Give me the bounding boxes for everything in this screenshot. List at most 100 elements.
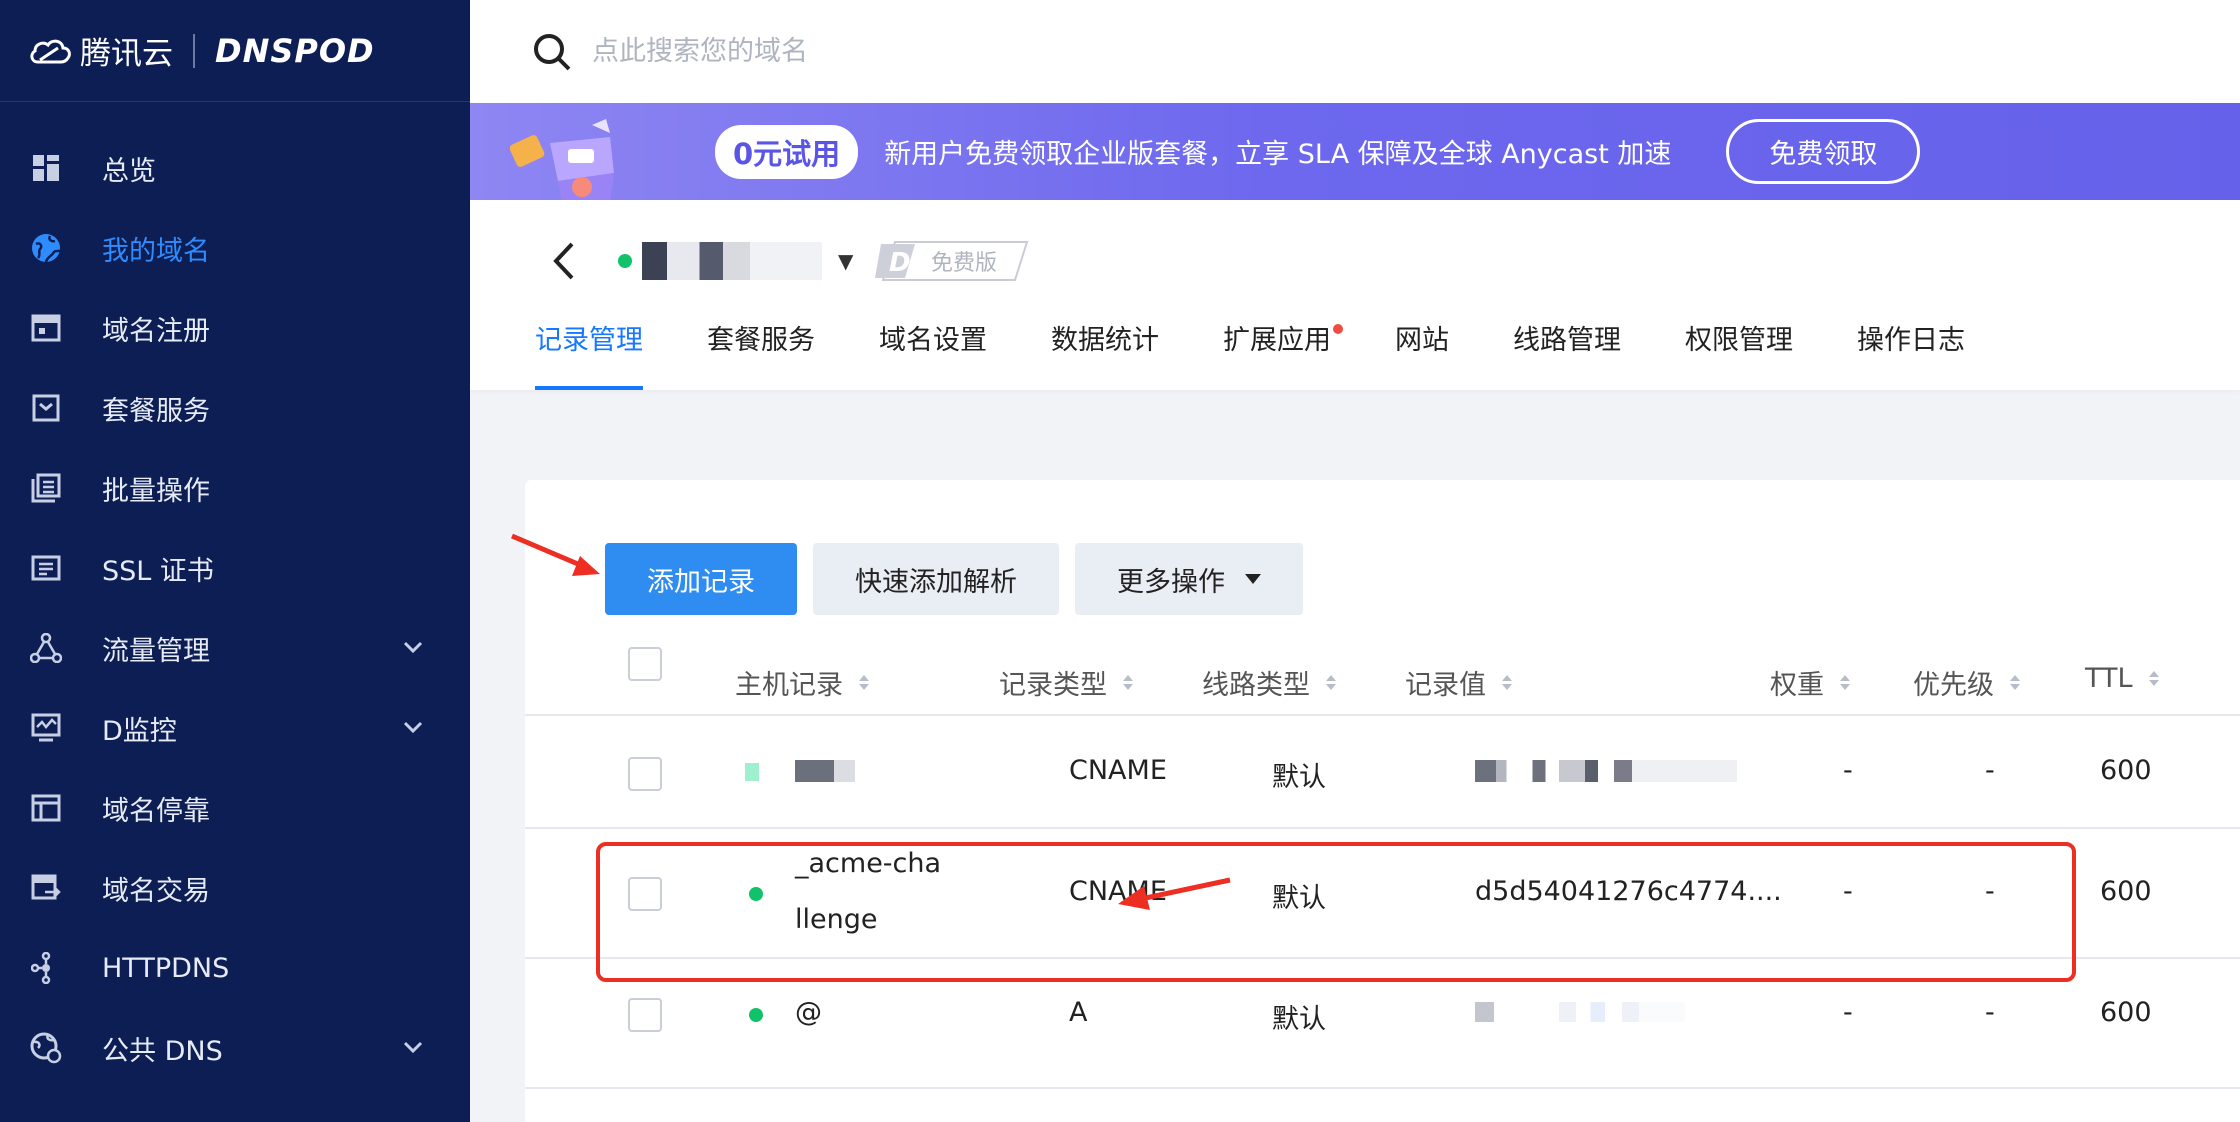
sidebar-item-label: 我的域名 bbox=[102, 235, 210, 267]
sidebar-item-label: 域名注册 bbox=[102, 315, 210, 347]
promo-banner: 0元试用 新用户免费领取企业版套餐，立享 SLA 保障及全球 Anycast 加… bbox=[470, 103, 2240, 205]
tab-packages[interactable]: 套餐服务 bbox=[707, 292, 815, 390]
register-icon bbox=[30, 312, 62, 344]
row-divider bbox=[525, 1087, 2240, 1089]
public-dns-icon bbox=[30, 1032, 62, 1064]
domain-title-row: ▼ D 免费版 bbox=[548, 238, 1031, 284]
sidebar: 腾讯云 DNSPOD 总览 我的域名 域名注册 套餐服务 批量操作 SSL 证书 bbox=[0, 0, 470, 1122]
more-actions-label: 更多操作 bbox=[1117, 566, 1225, 598]
tab-operation-log[interactable]: 操作日志 bbox=[1857, 292, 1965, 390]
col-type[interactable]: 记录类型 bbox=[999, 663, 1133, 702]
col-ttl[interactable]: TTL bbox=[2085, 663, 2159, 694]
quick-add-button[interactable]: 快速添加解析 bbox=[813, 543, 1059, 615]
tab-line-management[interactable]: 线路管理 bbox=[1513, 292, 1621, 390]
row-status-indicator bbox=[745, 763, 759, 781]
annotation-arrow-icon bbox=[511, 533, 600, 576]
tab-website[interactable]: 网站 bbox=[1395, 292, 1449, 390]
notification-dot bbox=[1333, 324, 1343, 334]
claim-free-button[interactable]: 免费领取 bbox=[1726, 119, 1921, 184]
brand-divider bbox=[193, 33, 195, 68]
sidebar-item-public-dns[interactable]: 公共 DNS bbox=[0, 1008, 470, 1088]
header-divider bbox=[525, 714, 2240, 716]
col-weight[interactable]: 权重 bbox=[1770, 663, 1850, 702]
tab-extensions[interactable]: 扩展应用 bbox=[1223, 292, 1343, 390]
row-host-line2: llenge bbox=[795, 904, 878, 935]
free-plan-text: 免费版 bbox=[931, 251, 997, 276]
row-checkbox[interactable] bbox=[628, 757, 662, 791]
tab-permissions[interactable]: 权限管理 bbox=[1685, 292, 1793, 390]
row-priority: - bbox=[1985, 876, 1995, 907]
col-priority[interactable]: 优先级 bbox=[1913, 663, 2020, 702]
sidebar-item-label: HTTPDNS bbox=[102, 952, 230, 984]
tab-statistics[interactable]: 数据统计 bbox=[1051, 292, 1159, 390]
httpdns-icon bbox=[30, 952, 62, 984]
value-redacted bbox=[1475, 760, 1737, 782]
trial-pill: 0元试用 bbox=[715, 124, 859, 179]
parking-icon bbox=[30, 792, 62, 824]
row-ttl: 600 bbox=[2100, 876, 2152, 907]
annotation-arrow-icon bbox=[1118, 877, 1231, 910]
sidebar-item-traffic[interactable]: 流量管理 bbox=[0, 608, 470, 688]
select-all-checkbox[interactable] bbox=[628, 647, 662, 681]
row-weight: - bbox=[1843, 755, 1853, 786]
row-line: 默认 bbox=[1272, 1004, 1326, 1035]
domain-header: ▼ D 免费版 记录管理 套餐服务 域名设置 数据统计 扩展应用 网站 线路管理… bbox=[470, 200, 2240, 390]
row-type: A bbox=[1069, 997, 1088, 1028]
gift-box-icon bbox=[510, 119, 614, 205]
records-card: 添加记录 快速添加解析 更多操作 主机记录 记录类型 线路类型 记录值 权重 优… bbox=[525, 480, 2240, 1122]
row-host-line1: _acme-cha bbox=[795, 848, 942, 879]
col-host[interactable]: 主机记录 bbox=[735, 663, 869, 702]
sidebar-item-label: 套餐服务 bbox=[102, 395, 210, 427]
monitor-icon bbox=[30, 712, 62, 744]
row-divider bbox=[525, 957, 2240, 959]
col-type-label: 记录类型 bbox=[999, 670, 1107, 701]
row-checkbox[interactable] bbox=[628, 877, 662, 911]
package-icon bbox=[30, 392, 62, 424]
domain-tabs: 记录管理 套餐服务 域名设置 数据统计 扩展应用 网站 线路管理 权限管理 操作… bbox=[535, 292, 2029, 390]
col-line-label: 线路类型 bbox=[1202, 670, 1310, 701]
row-host: @ bbox=[795, 997, 822, 1028]
dashboard-icon bbox=[30, 152, 62, 184]
sort-icon bbox=[2010, 675, 2020, 690]
back-arrow-icon[interactable] bbox=[548, 240, 578, 282]
sort-icon bbox=[2148, 671, 2159, 686]
sidebar-item-httpdns[interactable]: HTTPDNS bbox=[0, 928, 470, 1008]
main-content: 0元试用 新用户免费领取企业版套餐，立享 SLA 保障及全球 Anycast 加… bbox=[470, 0, 2240, 1122]
col-value[interactable]: 记录值 bbox=[1405, 663, 1512, 702]
row-status-dot bbox=[749, 1008, 763, 1022]
sidebar-item-d-monitor[interactable]: D监控 bbox=[0, 688, 470, 768]
sidebar-item-packages[interactable]: 套餐服务 bbox=[0, 368, 470, 448]
host-redacted bbox=[795, 760, 855, 782]
sidebar-item-parking[interactable]: 域名停靠 bbox=[0, 768, 470, 848]
sort-icon bbox=[1502, 675, 1512, 690]
row-checkbox[interactable] bbox=[628, 998, 662, 1032]
brand-dnspod: DNSPOD bbox=[215, 31, 375, 70]
sidebar-item-ssl[interactable]: SSL 证书 bbox=[0, 528, 470, 608]
col-line[interactable]: 线路类型 bbox=[1202, 663, 1336, 702]
sidebar-item-overview[interactable]: 总览 bbox=[0, 128, 470, 208]
sidebar-item-trade[interactable]: 域名交易 bbox=[0, 848, 470, 928]
chevron-down-icon bbox=[403, 1041, 423, 1054]
domain-switch-caret-icon[interactable]: ▼ bbox=[838, 249, 853, 273]
sidebar-item-domain-register[interactable]: 域名注册 bbox=[0, 288, 470, 368]
col-value-label: 记录值 bbox=[1405, 670, 1486, 701]
add-record-button[interactable]: 添加记录 bbox=[605, 543, 797, 615]
brand-tencent: 腾讯云 bbox=[80, 36, 173, 72]
banner-text: 新用户免费领取企业版套餐，立享 SLA 保障及全球 Anycast 加速 bbox=[884, 139, 1672, 170]
tab-domain-settings[interactable]: 域名设置 bbox=[879, 292, 987, 390]
sidebar-item-label: D监控 bbox=[102, 715, 177, 747]
brand-logo[interactable]: 腾讯云 DNSPOD bbox=[0, 0, 470, 102]
domain-search-input[interactable] bbox=[590, 35, 1394, 68]
top-search-bar bbox=[470, 0, 2240, 103]
more-actions-button[interactable]: 更多操作 bbox=[1075, 543, 1303, 615]
tab-extensions-label: 扩展应用 bbox=[1223, 325, 1331, 356]
sidebar-item-batch[interactable]: 批量操作 bbox=[0, 448, 470, 528]
sidebar-item-label: 批量操作 bbox=[102, 475, 210, 507]
value-redacted bbox=[1475, 1002, 1685, 1022]
sidebar-item-my-domains[interactable]: 我的域名 bbox=[0, 208, 470, 288]
globe-icon bbox=[30, 232, 62, 264]
row-priority: - bbox=[1985, 997, 1995, 1028]
tencent-cloud-icon bbox=[30, 39, 71, 63]
row-type: CNAME bbox=[1069, 755, 1167, 786]
tab-records[interactable]: 记录管理 bbox=[535, 292, 643, 390]
